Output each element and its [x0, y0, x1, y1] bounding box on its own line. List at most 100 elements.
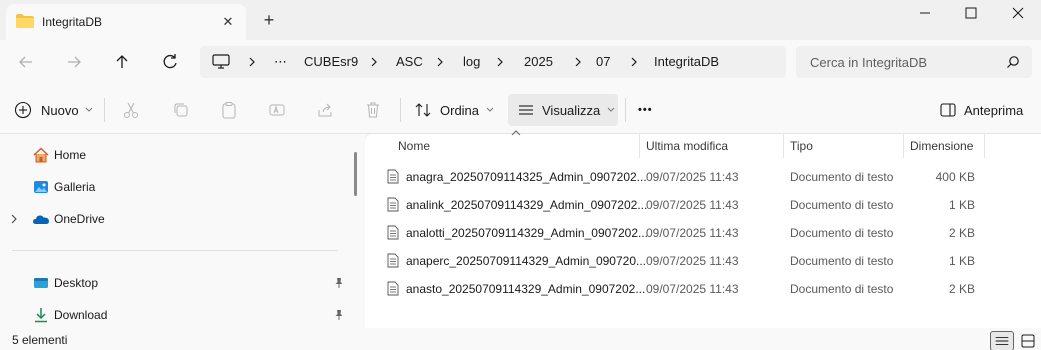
- tiles-view-icon[interactable]: [1018, 331, 1038, 350]
- chevron-right-icon[interactable]: [630, 55, 638, 69]
- file-type: Documento di testo: [790, 170, 894, 184]
- minimize-icon[interactable]: [902, 0, 948, 28]
- divider: [104, 98, 105, 122]
- new-button-label: Nuovo: [41, 102, 79, 118]
- refresh-icon[interactable]: [156, 48, 184, 76]
- sort-icon: [415, 103, 431, 117]
- preview-button[interactable]: Anteprima: [940, 94, 1032, 126]
- chevron-right-icon[interactable]: [370, 55, 378, 69]
- copy-icon[interactable]: [172, 101, 190, 119]
- column-header-modified[interactable]: Ultima modifica: [646, 134, 728, 158]
- file-size: 2 KB: [948, 226, 975, 240]
- chevron-right-icon[interactable]: [574, 55, 582, 69]
- search-icon[interactable]: [1006, 55, 1020, 69]
- paste-icon[interactable]: [220, 101, 238, 119]
- column-divider[interactable]: [984, 134, 985, 158]
- sidebar-item-label: Desktop: [54, 276, 99, 290]
- breadcrumb-overflow[interactable]: ⋯: [274, 54, 287, 70]
- search-box[interactable]: Cerca in IntegritaDB: [796, 46, 1032, 78]
- file-modified: 09/07/2025 11:43: [646, 198, 739, 212]
- file-type: Documento di testo: [790, 198, 894, 212]
- close-tab-icon[interactable]: ✕: [218, 12, 238, 32]
- chevron-right-icon[interactable]: [248, 55, 256, 69]
- divider: [12, 250, 338, 251]
- sidebar-item-desktop[interactable]: Desktop: [0, 269, 345, 297]
- sidebar-item-label: Download: [54, 308, 108, 322]
- address-row: ⋯ CUBEsr9 ASC log 2025 07 IntegritaDB Ce…: [0, 40, 1041, 84]
- new-button[interactable]: Nuovo: [14, 94, 94, 126]
- up-arrow-icon[interactable]: [108, 48, 136, 76]
- view-button[interactable]: Visualizza: [508, 94, 618, 126]
- sidebar-item-download[interactable]: Download: [0, 301, 345, 329]
- tab-integritadb[interactable]: IntegritaDB ✕: [6, 4, 246, 40]
- table-row[interactable]: anasto_20250709114329_Admin_0907202... 09…: [383, 274, 1003, 302]
- breadcrumb-asc[interactable]: ASC: [396, 54, 423, 69]
- more-options-icon[interactable]: •••: [638, 94, 653, 126]
- share-icon[interactable]: [316, 101, 334, 119]
- breadcrumb-07[interactable]: 07: [596, 54, 610, 69]
- table-row[interactable]: anagra_20250709114325_Admin_0907202... 09…: [383, 162, 1003, 190]
- file-size: 1 KB: [948, 198, 975, 212]
- breadcrumb-log[interactable]: log: [463, 54, 480, 69]
- sort-button[interactable]: Ordina: [414, 94, 496, 126]
- sidebar-item-galleria[interactable]: Galleria: [0, 173, 345, 201]
- forward-arrow-icon[interactable]: [60, 48, 88, 76]
- computer-icon[interactable]: [212, 54, 230, 70]
- command-bar: Nuovo Ordina Visualizza ••• Anteprima: [0, 84, 1041, 134]
- pin-icon[interactable]: [333, 277, 345, 289]
- sort-button-label: Ordina: [440, 102, 480, 118]
- file-modified: 09/07/2025 11:43: [646, 282, 739, 296]
- table-row[interactable]: analotti_20250709114329_Admin_0907202...…: [383, 218, 1003, 246]
- chevron-right-icon[interactable]: [436, 55, 444, 69]
- close-window-icon[interactable]: [995, 0, 1041, 28]
- column-header-name[interactable]: Nome: [398, 134, 430, 158]
- breadcrumb-cubesr9[interactable]: CUBEsr9: [304, 54, 358, 69]
- table-row[interactable]: anaperc_20250709114329_Admin_090720... 09…: [383, 246, 1003, 274]
- file-name: analotti_20250709114329_Admin_0907202...: [406, 226, 648, 240]
- chevron-right-icon[interactable]: [10, 214, 18, 224]
- sidebar-item-onedrive[interactable]: OneDrive: [0, 205, 345, 233]
- chevron-down-icon: [486, 107, 494, 112]
- column-header-type[interactable]: Tipo: [790, 134, 813, 158]
- file-modified: 09/07/2025 11:43: [646, 226, 739, 240]
- delete-icon[interactable]: [364, 101, 382, 119]
- details-view-icon[interactable]: [990, 331, 1014, 350]
- list-view-icon: [519, 105, 533, 115]
- sort-ascending-icon: [511, 130, 521, 136]
- title-bar: IntegritaDB ✕ +: [0, 0, 1041, 40]
- text-file-icon: [387, 197, 399, 212]
- back-arrow-icon[interactable]: [12, 48, 40, 76]
- new-tab-icon[interactable]: +: [260, 11, 278, 30]
- file-name: anasto_20250709114329_Admin_0907202...: [406, 282, 646, 296]
- tab-title: IntegritaDB: [42, 15, 103, 29]
- column-divider[interactable]: [783, 134, 784, 158]
- column-divider[interactable]: [639, 134, 640, 158]
- chevron-down-icon: [85, 107, 92, 112]
- desktop-icon: [34, 278, 48, 288]
- plus-circle-icon: [14, 101, 32, 119]
- file-modified: 09/07/2025 11:43: [646, 170, 739, 184]
- sidebar-scrollbar[interactable]: [354, 152, 357, 196]
- cut-icon[interactable]: [122, 101, 140, 119]
- search-input[interactable]: Cerca in IntegritaDB: [810, 55, 927, 70]
- file-size: 2 KB: [948, 282, 975, 296]
- sidebar-item-label: OneDrive: [54, 212, 105, 226]
- table-row[interactable]: analink_20250709114329_Admin_0907202... 0…: [383, 190, 1003, 218]
- file-name: anaperc_20250709114329_Admin_090720...: [406, 254, 646, 268]
- pin-icon[interactable]: [333, 309, 345, 321]
- chevron-right-icon[interactable]: [496, 55, 504, 69]
- maximize-icon[interactable]: [948, 0, 994, 28]
- onedrive-icon: [33, 215, 49, 224]
- breadcrumb-2025[interactable]: 2025: [524, 54, 553, 69]
- view-button-label: Visualizza: [542, 102, 601, 118]
- rename-icon[interactable]: [268, 101, 286, 119]
- column-divider[interactable]: [903, 134, 904, 158]
- sidebar-item-home[interactable]: Home: [0, 141, 345, 169]
- file-size: 1 KB: [948, 254, 975, 268]
- gallery-icon: [34, 181, 48, 193]
- address-bar[interactable]: ⋯ CUBEsr9 ASC log 2025 07 IntegritaDB: [200, 46, 786, 78]
- breadcrumb-integritadb[interactable]: IntegritaDB: [654, 54, 719, 69]
- column-header-size[interactable]: Dimensione: [910, 134, 973, 158]
- text-file-icon: [387, 169, 399, 184]
- file-size: 400 KB: [935, 170, 975, 184]
